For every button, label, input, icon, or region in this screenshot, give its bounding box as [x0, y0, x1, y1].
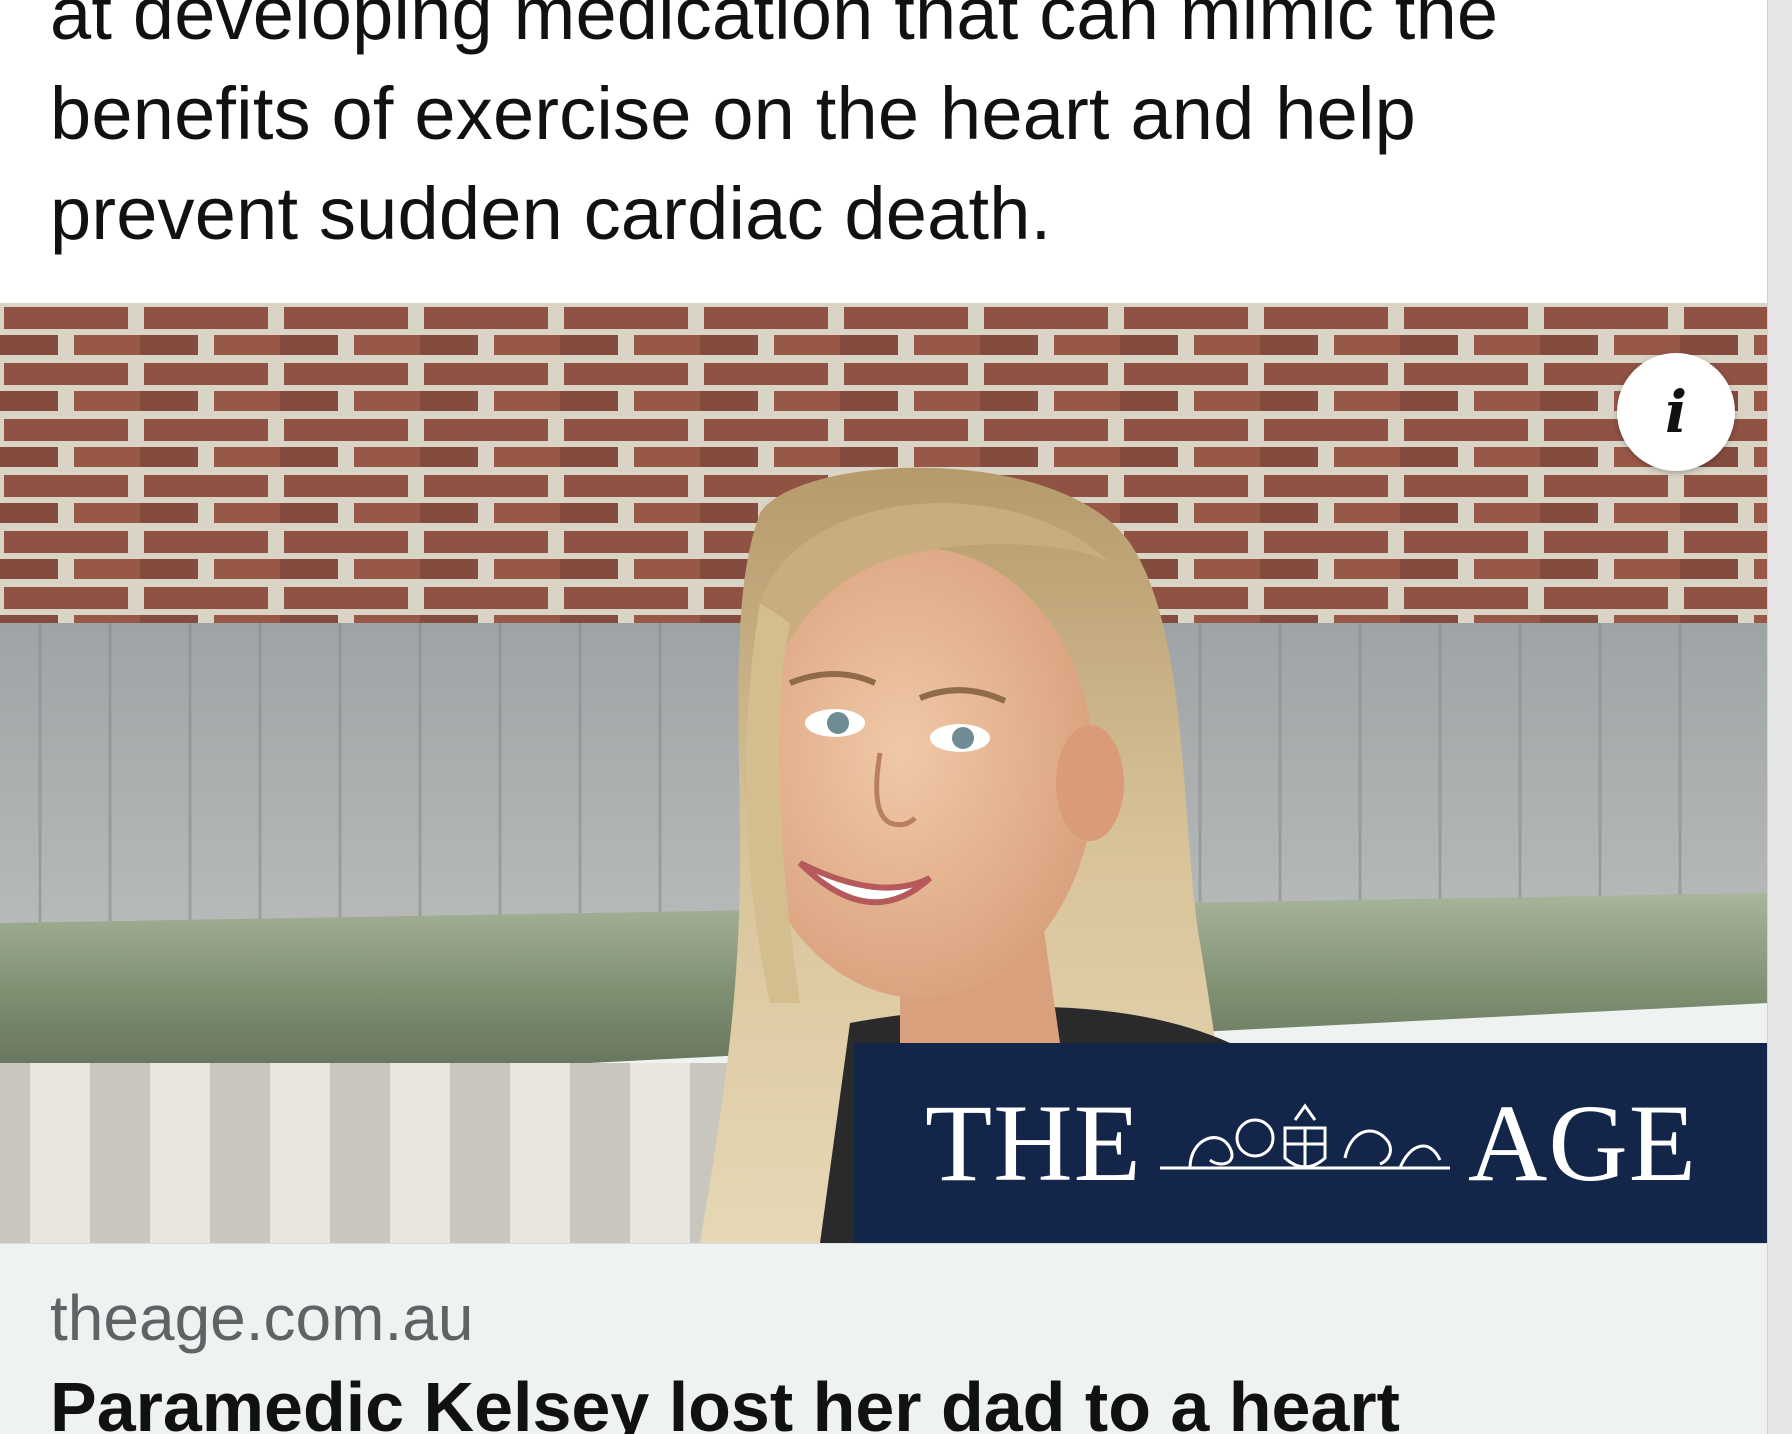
post-text-line: at developing medication that can mimic …: [50, 0, 1499, 55]
masthead-word-right: AGE: [1467, 1082, 1697, 1204]
info-button[interactable]: i: [1617, 353, 1735, 471]
masthead-word-left: THE: [925, 1082, 1142, 1204]
link-domain: theage.com.au: [50, 1282, 474, 1354]
link-headline[interactable]: Paramedic Kelsey lost her dad to a heart: [50, 1362, 1400, 1434]
publisher-masthead: THE AGE: [854, 1043, 1768, 1243]
scroll-edge: [1767, 0, 1792, 1434]
post-body-text: at developing medication that can mimic …: [50, 0, 1690, 264]
screenshot-page: at developing medication that can mimic …: [0, 0, 1792, 1434]
link-preview-card[interactable]: i THE AGE theage.com.au Paramedic Kelsey…: [0, 303, 1768, 1434]
coat-of-arms-icon: [1159, 1103, 1450, 1170]
info-icon: i: [1664, 378, 1688, 446]
link-preview-footer[interactable]: theage.com.au Paramedic Kelsey lost her …: [0, 1243, 1768, 1434]
post-text-line: prevent sudden cardiac death.: [50, 172, 1052, 255]
post-text-line: benefits of exercise on the heart and he…: [50, 72, 1416, 155]
